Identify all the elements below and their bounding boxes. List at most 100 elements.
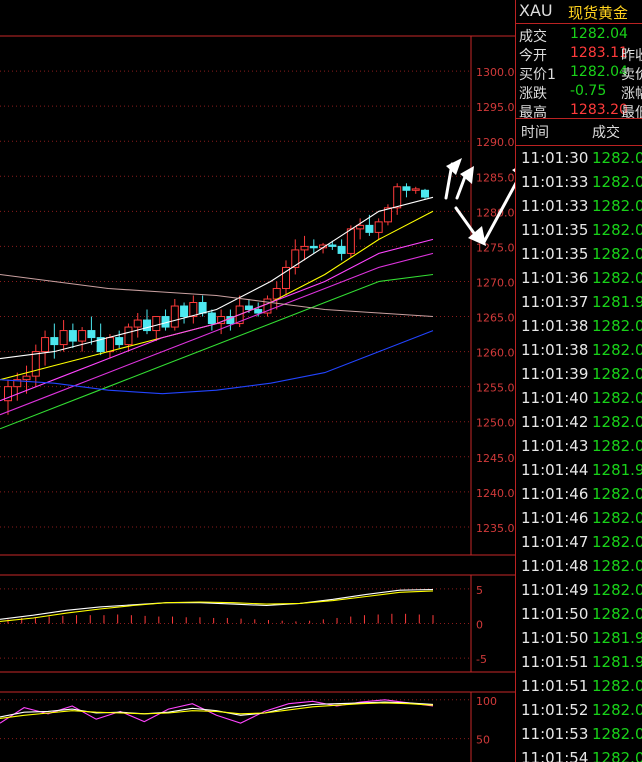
trade-price: 1282.04 [592,173,642,191]
trade-price: 1282.04 [592,533,642,551]
trade-row[interactable]: 11:01:441281.98 [516,459,642,483]
trade-row[interactable]: 11:01:361282.04 [516,267,642,291]
trade-price: 1282.04 [592,341,642,359]
trade-time: 11:01:51 [521,677,589,695]
quote-value: 1282.04 [570,64,628,80]
trade-time: 11:01:33 [521,173,589,191]
trade-row[interactable]: 11:01:381282.04 [516,339,642,363]
candle-body [282,266,290,289]
trade-price: 1282.04 [592,221,642,239]
price-tick-label: 1245.0 [476,452,515,465]
trade-price: 1282.04 [592,149,642,167]
trade-time: 11:01:40 [521,389,589,407]
moving-average-line [0,238,434,402]
trade-row[interactable]: 11:01:521282.04 [516,699,642,723]
trade-time: 11:01:36 [521,269,589,287]
trade-price: 1282.04 [592,269,642,287]
candle-body [68,330,77,342]
trade-price: 1281.98 [592,653,642,671]
quote-value: 1283.11 [570,45,628,61]
trade-time: 11:01:33 [521,197,589,215]
quote-label: 今开 [519,48,547,64]
trade-row[interactable]: 11:01:511282.04 [516,675,642,699]
trade-row[interactable]: 11:01:351282.04 [516,219,642,243]
trade-time: 11:01:49 [521,581,589,599]
candle-body [346,228,355,254]
kline-chart[interactable]: 1300.01295.01290.01285.01280.01275.01270… [0,0,515,762]
trade-price: 1281.98 [592,461,642,479]
price-tick-label: 1235.0 [476,522,515,535]
trade-row[interactable]: 11:01:501281.98 [516,627,642,651]
candle-body [105,337,114,353]
quote-label-secondary: 最低 [621,105,642,121]
trade-row[interactable]: 11:01:331282.04 [516,171,642,195]
macd-tick-label: 0 [476,619,483,632]
trade-row[interactable]: 11:01:491282.04 [516,579,642,603]
trade-row[interactable]: 11:01:461282.04 [516,507,642,531]
candle-body [180,305,189,318]
candle-body [59,330,68,346]
trade-time: 11:01:54 [521,749,589,762]
quote-row: 涨跌 -0.75 涨幅 [516,82,642,103]
trade-row[interactable]: 11:01:481282.04 [516,555,642,579]
quote-value: -0.75 [570,83,607,99]
candle-body [421,189,429,198]
instrument-name: 现货黄金 [568,4,629,22]
candle-body [207,312,216,325]
trade-row[interactable]: 11:01:301282.04 [516,147,642,171]
candle-body [309,245,318,249]
trade-row[interactable]: 11:01:421282.04 [516,411,642,435]
trade-row[interactable]: 11:01:331282.04 [516,195,642,219]
candle-body [300,245,309,251]
price-tick-label: 1300.0 [476,66,515,79]
price-tick-label: 1270.0 [476,276,515,289]
trades-price-header: 成交 [592,125,620,141]
trade-row[interactable]: 11:01:531282.04 [516,723,642,747]
candle-body [78,330,87,342]
quote-row: 买价1 1282.04卖价 [516,63,642,84]
trade-time: 11:01:51 [521,653,589,671]
trade-row[interactable]: 11:01:391282.04 [516,363,642,387]
trade-price: 1281.98 [592,629,642,647]
quote-row: 今开 1283.11昨收 [516,44,642,65]
trade-time: 11:01:43 [521,437,589,455]
trade-price: 1282.04 [592,677,642,695]
trade-price: 1282.04 [592,725,642,743]
quote-value: 1282.04 [570,26,628,42]
trade-row[interactable]: 11:01:501282.04 [516,603,642,627]
candlesticks [4,183,429,415]
candle-body [291,249,300,268]
candle-body [402,186,411,191]
quote-label: 买价1 [519,67,556,83]
trade-row[interactable]: 11:01:431282.04 [516,435,642,459]
macd-tick-label: -5 [476,653,487,666]
candle-body [31,351,40,377]
trade-price: 1282.04 [592,557,642,575]
quote-label-secondary: 涨幅 [621,86,642,102]
price-tick-label: 1255.0 [476,382,515,395]
candle-body [254,309,263,314]
candle-body [143,319,151,332]
trades-time-header: 时间 [521,125,549,141]
price-tick-label: 1260.0 [476,347,515,360]
trade-row[interactable]: 11:01:371281.98 [516,291,642,315]
candle-body [337,245,346,254]
price-tick-label: 1240.0 [476,487,515,500]
trade-row[interactable]: 11:01:471282.04 [516,531,642,555]
candle-body [50,337,59,346]
trade-row[interactable]: 11:01:351282.04 [516,243,642,267]
price-tick-label: 1280.0 [476,206,515,219]
macd-tick-label: 5 [476,584,483,597]
trade-row[interactable]: 11:01:511281.98 [516,651,642,675]
trade-price: 1281.98 [592,293,642,311]
trade-row[interactable]: 11:01:541282.04 [516,747,642,762]
candle-body [133,319,142,328]
trade-row[interactable]: 11:01:461282.04 [516,483,642,507]
price-tick-label: 1250.0 [476,417,515,430]
macd-panel: 5 0 -5 [0,584,487,666]
trade-row[interactable]: 11:01:381282.04 [516,315,642,339]
trade-time: 11:01:35 [521,245,589,263]
trade-row[interactable]: 11:01:401282.04 [516,387,642,411]
trade-price: 1282.04 [592,317,642,335]
kdj-tick-label: 100 [476,695,497,708]
